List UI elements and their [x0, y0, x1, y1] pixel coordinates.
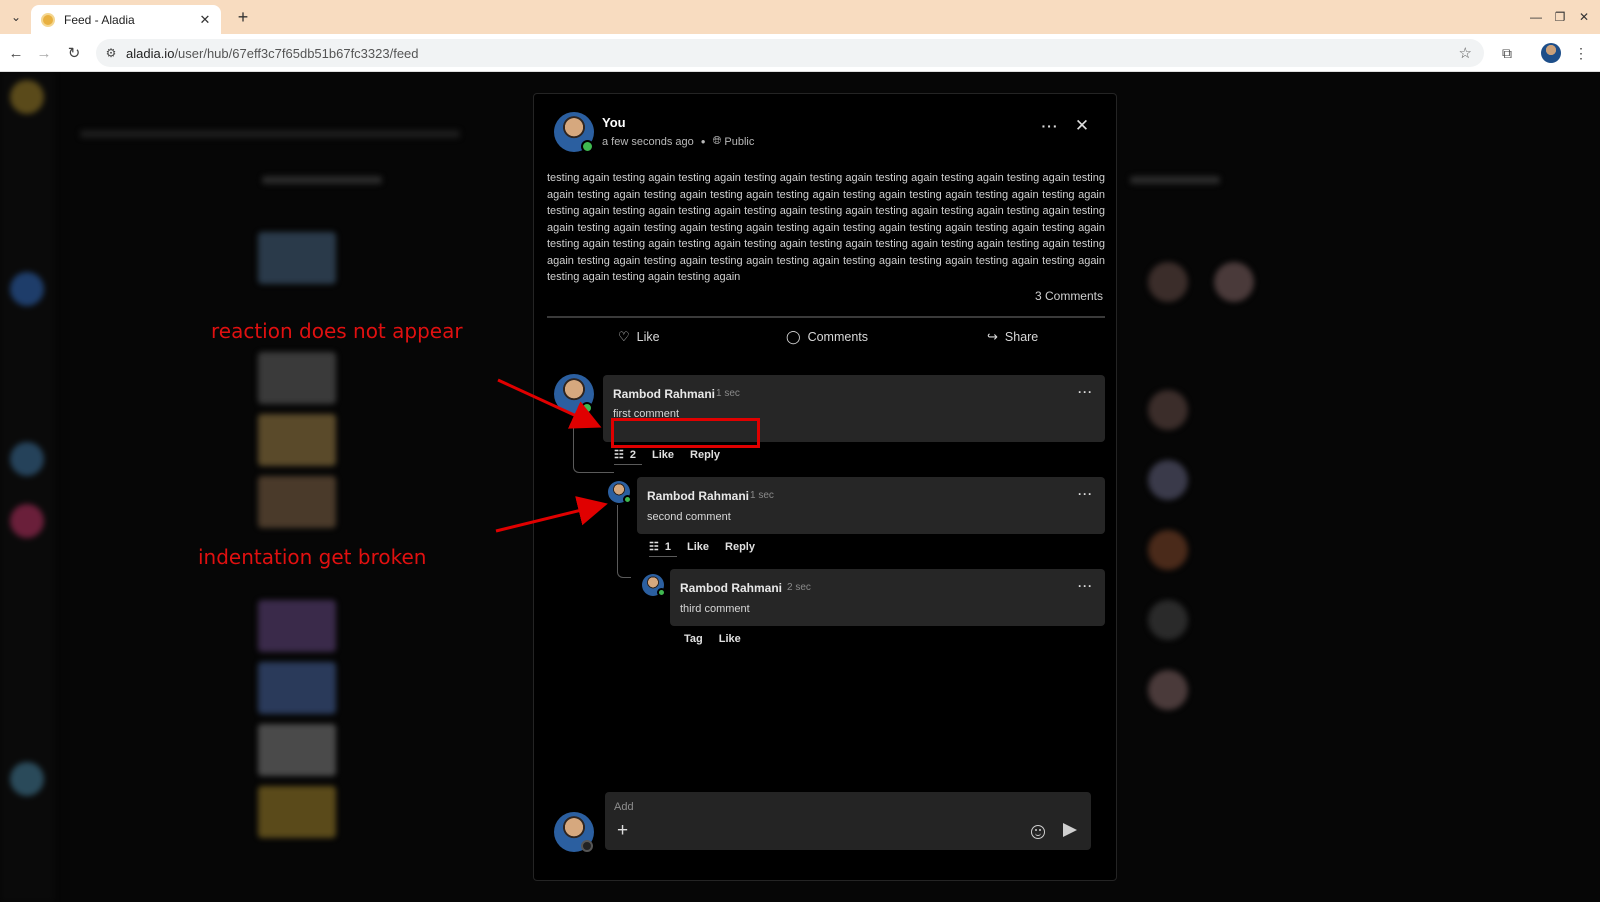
comments-label: Comments — [807, 330, 868, 344]
comment-composer[interactable]: Add + — [605, 792, 1091, 850]
share-button[interactable]: ↪ Share — [987, 329, 1038, 345]
share-arrow-icon: ↪ — [987, 329, 998, 344]
replies-count[interactable]: ☷ 1 — [649, 540, 671, 554]
meta-separator: ● — [700, 137, 706, 146]
comment-like-button[interactable]: Like — [652, 449, 674, 461]
comment-text: second comment — [647, 511, 731, 523]
new-tab-plus-icon[interactable]: + — [233, 7, 253, 27]
replies-count[interactable]: ☷ 2 — [614, 448, 636, 462]
comment-2-actions: ☷ 1 Like Reply — [649, 540, 755, 554]
forward-arrow-icon[interactable]: → — [34, 43, 54, 63]
back-arrow-icon[interactable]: ← — [6, 43, 26, 63]
comment-1-actions: ☷ 2 Like Reply — [614, 448, 720, 462]
comment-author[interactable]: Rambod Rahmani — [647, 489, 749, 503]
post-author-name[interactable]: You — [602, 115, 626, 130]
tab-close-icon[interactable]: ✕ — [197, 12, 213, 28]
comment-like-button[interactable]: Like — [687, 541, 709, 553]
annotation-highlight-box — [611, 418, 760, 448]
comment-count[interactable]: 3 Comments — [1035, 289, 1103, 303]
thread-connector — [617, 505, 631, 578]
post-more-options-icon[interactable]: ··· — [1040, 118, 1060, 134]
comment-more-icon[interactable]: ··· — [1078, 579, 1093, 593]
comment-author[interactable]: Rambod Rahmani — [680, 581, 782, 595]
browser-tab-bar: ⌄ Feed - Aladia ✕ + — ❐ ✕ — [0, 0, 1600, 34]
send-icon[interactable] — [1063, 823, 1077, 837]
comment-text: third comment — [680, 603, 750, 615]
aladia-favicon-icon — [41, 12, 55, 27]
bg-sidebar — [0, 72, 54, 902]
like-label: Like — [636, 330, 660, 344]
comment-like-button[interactable]: Like — [719, 633, 741, 645]
comment-bubble-icon: ◯ — [786, 329, 801, 344]
post-body-text: testing again testing again testing agai… — [547, 172, 1105, 283]
comment-time: 2 sec — [787, 582, 811, 593]
comment-more-icon[interactable]: ··· — [1078, 487, 1093, 501]
modal-close-icon[interactable]: ✕ — [1072, 116, 1092, 136]
emoji-icon[interactable] — [1031, 825, 1045, 839]
reaction-underline — [614, 464, 642, 465]
url-path: /user/hub/67eff3c7f65db51b67fc3323/feed — [174, 45, 419, 61]
replies-number: 1 — [664, 540, 671, 553]
reload-icon[interactable]: ↻ — [64, 43, 84, 63]
annotation-reaction: reaction does not appear — [211, 319, 463, 343]
post-time: a few seconds ago — [602, 135, 694, 148]
online-status-dot — [581, 140, 594, 153]
browser-tab[interactable]: Feed - Aladia ✕ — [31, 5, 221, 34]
online-status-dot — [623, 495, 632, 504]
post-modal: You a few seconds ago ● 🌐︎ Public ··· ✕ … — [533, 93, 1117, 881]
share-label: Share — [1004, 330, 1039, 344]
bookmark-star-icon[interactable]: ☆ — [1459, 44, 1472, 62]
composer-placeholder: Add — [614, 801, 634, 813]
heart-icon: ♡ — [618, 329, 630, 344]
comment-more-icon[interactable]: ··· — [1078, 385, 1093, 399]
profile-avatar[interactable] — [1541, 43, 1561, 63]
thread-list-icon: ☷ — [649, 541, 659, 553]
online-status-dot — [581, 402, 593, 414]
restore-icon[interactable]: ❐ — [1551, 8, 1569, 26]
attach-plus-icon[interactable]: + — [617, 820, 628, 842]
window-close-icon[interactable]: ✕ — [1575, 8, 1593, 26]
tab-title: Feed - Aladia — [64, 12, 135, 27]
site-settings-icon[interactable]: ⚙ — [96, 39, 126, 67]
like-button[interactable]: ♡ Like — [618, 329, 660, 345]
post-meta: a few seconds ago ● 🌐︎ Public — [602, 135, 754, 148]
post-divider — [547, 316, 1105, 318]
comment-3-actions: Tag Like — [684, 633, 741, 645]
comment-time: 1 sec — [750, 490, 774, 501]
tab-list-chevron-icon[interactable]: ⌄ — [6, 7, 26, 27]
thread-connector — [573, 420, 614, 473]
comments-button[interactable]: ◯ Comments — [786, 329, 868, 345]
annotation-indentation: indentation get broken — [198, 545, 427, 569]
replies-number: 2 — [629, 448, 636, 461]
comment-tag-button[interactable]: Tag — [684, 633, 703, 645]
url-host: aladia.io — [126, 45, 175, 61]
globe-icon: 🌐︎ — [712, 135, 722, 147]
url-text: aladia.io/user/hub/67eff3c7f65db51b67fc3… — [126, 46, 419, 61]
address-bar[interactable]: ⚙ aladia.io/user/hub/67eff3c7f65db51b67f… — [96, 39, 1484, 67]
comment-reply-button[interactable]: Reply — [725, 541, 755, 553]
avatar-dropdown-chevron-icon[interactable] — [581, 840, 593, 852]
online-status-dot — [657, 588, 666, 597]
browser-menu-icon[interactable]: ⋮ — [1571, 43, 1591, 63]
comment-time: 1 sec — [716, 388, 740, 399]
comment-reply-button[interactable]: Reply — [690, 449, 720, 461]
thread-list-icon: ☷ — [614, 449, 624, 461]
comment-3: Rambod Rahmani 2 sec ··· third comment — [670, 569, 1105, 626]
reaction-underline — [649, 556, 677, 557]
minimize-icon[interactable]: — — [1527, 8, 1545, 26]
extensions-puzzle-icon[interactable]: ⧉ — [1497, 43, 1517, 63]
comment-2: Rambod Rahmani 1 sec ··· second comment — [637, 477, 1105, 534]
comment-author[interactable]: Rambod Rahmani — [613, 387, 715, 401]
post-visibility: Public — [724, 135, 755, 148]
browser-toolbar: ← → ↻ ⚙ aladia.io/user/hub/67eff3c7f65db… — [0, 34, 1600, 72]
